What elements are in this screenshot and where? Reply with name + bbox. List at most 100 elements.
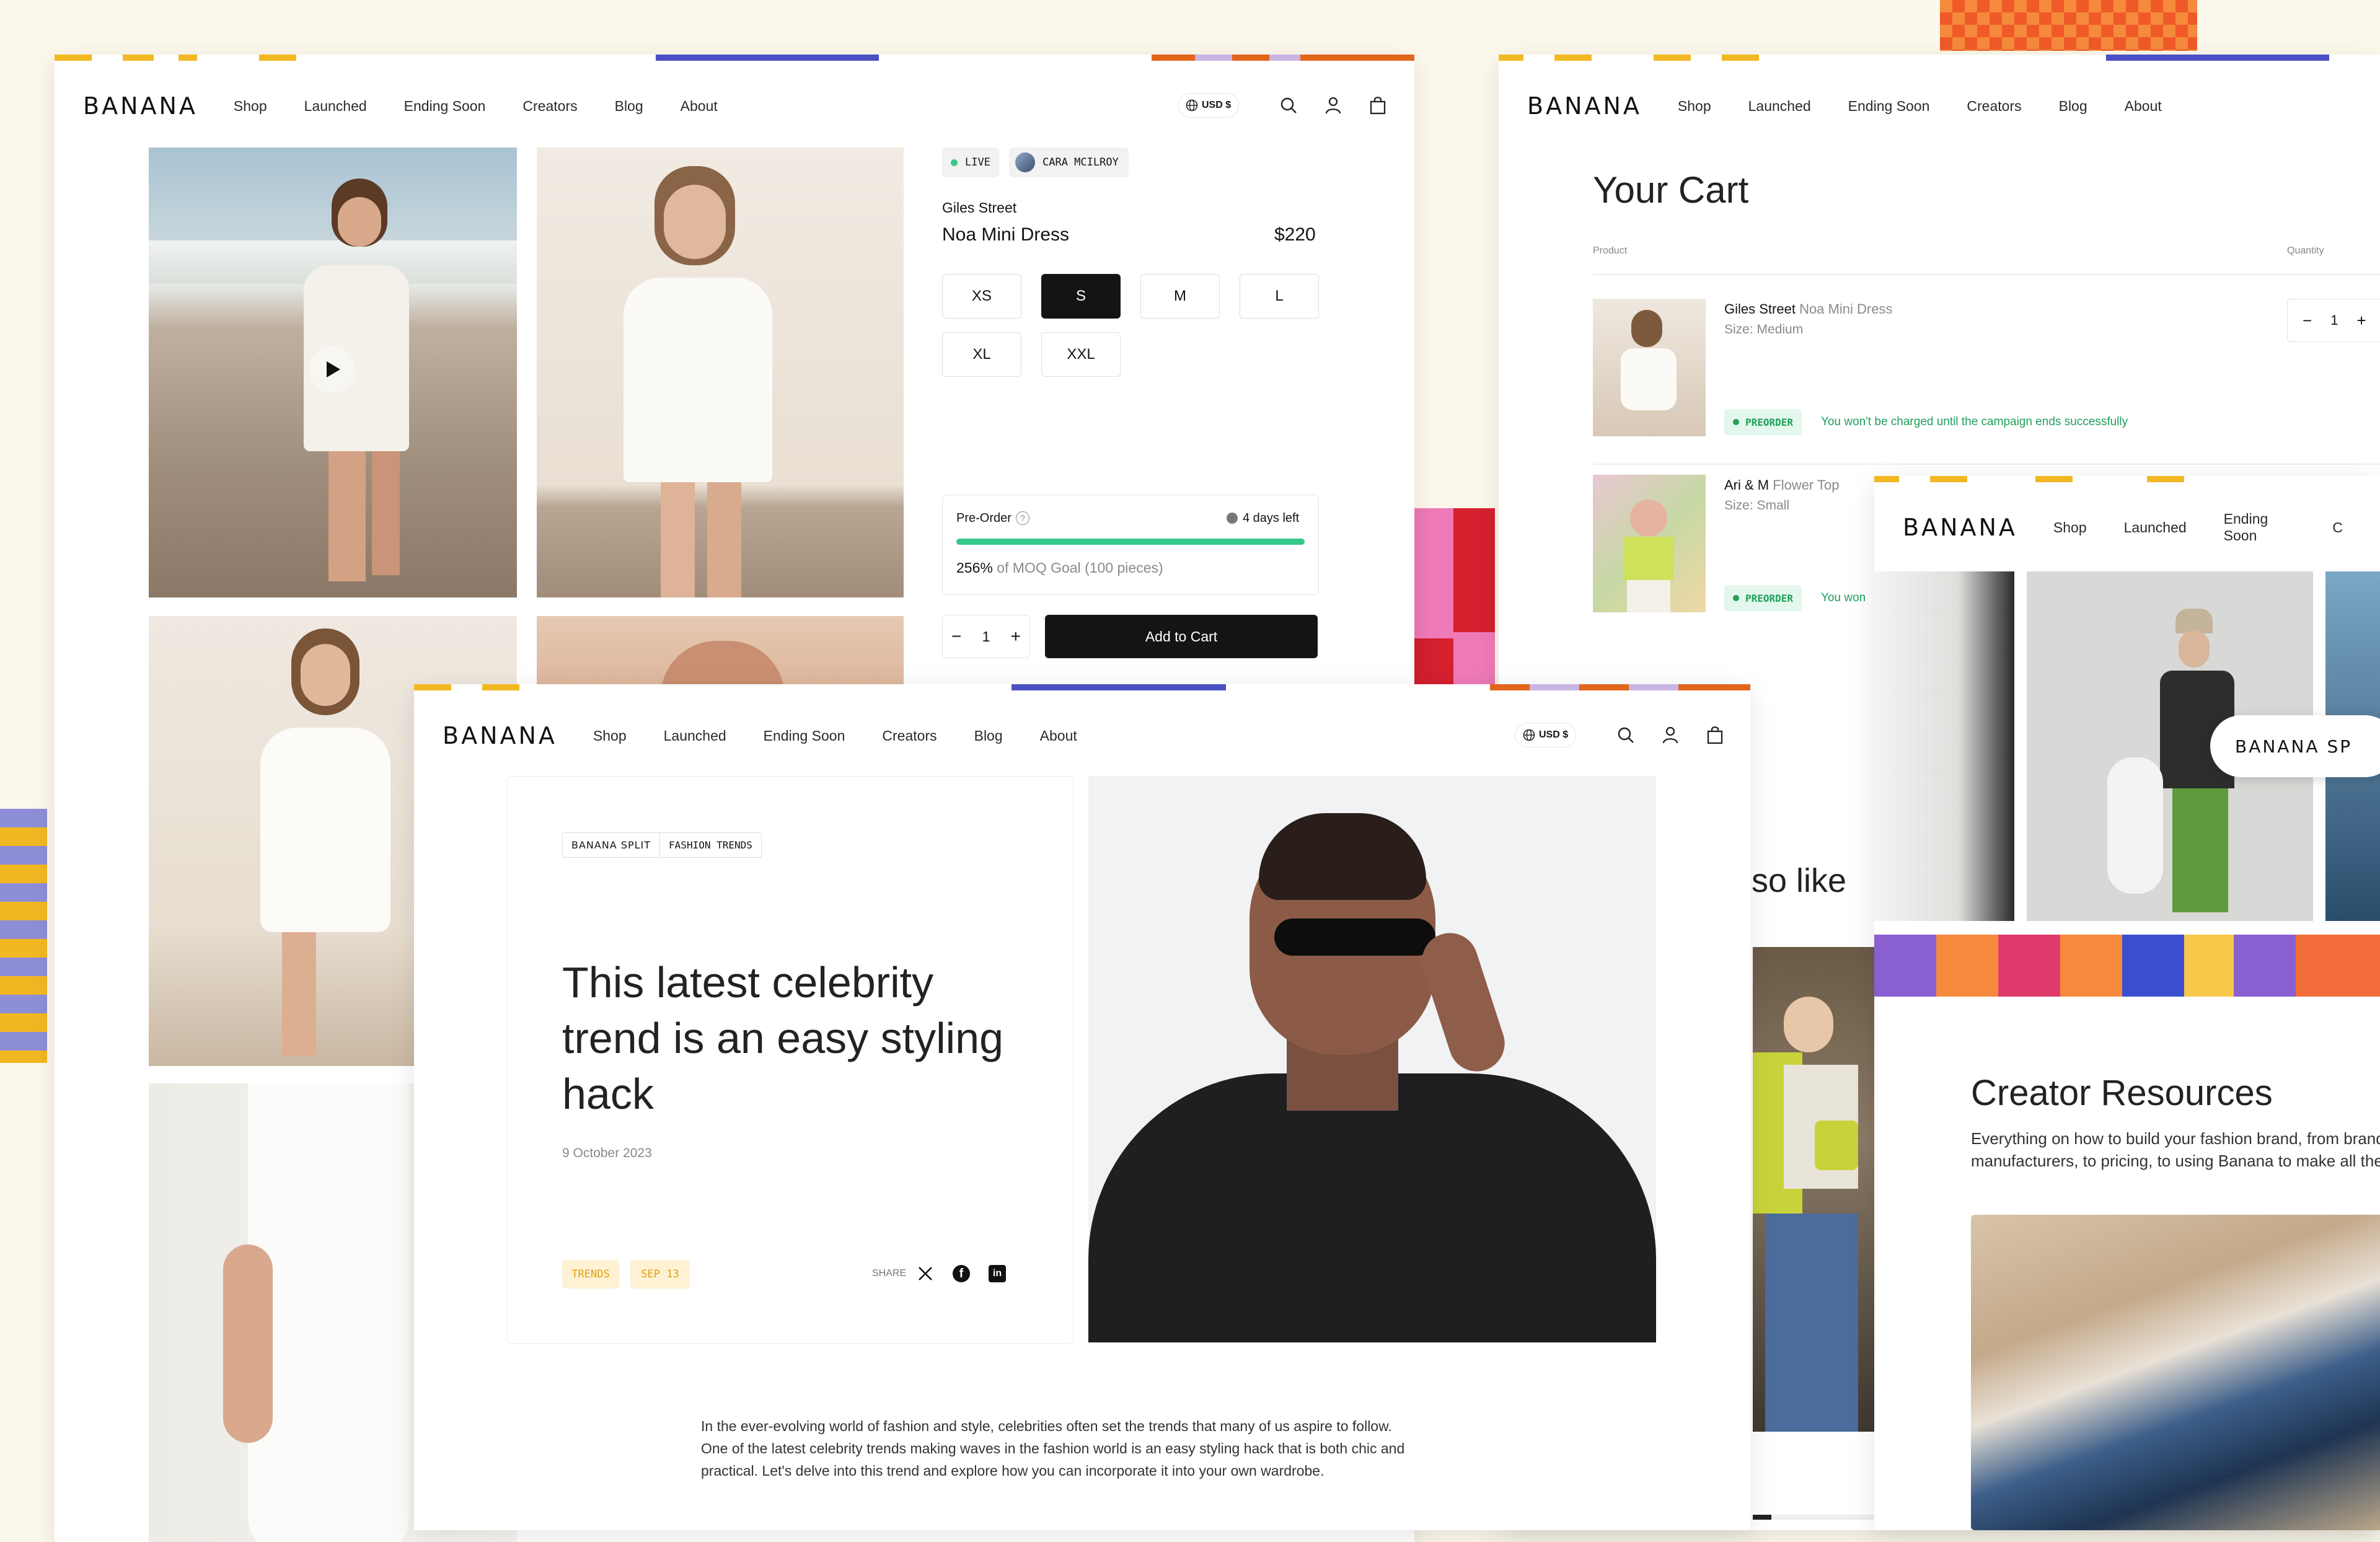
- account-icon[interactable]: [1321, 93, 1346, 118]
- article-body-line-3: practical. Let's delve into this trend a…: [701, 1463, 1324, 1479]
- article-hero-photo[interactable]: [1088, 776, 1656, 1342]
- cart-item-name: Flower Top: [1773, 477, 1840, 493]
- quantity-value[interactable]: 1: [982, 628, 990, 645]
- decor-checker-middle-red: [1453, 508, 1495, 632]
- size-xl[interactable]: XL: [942, 332, 1021, 377]
- nav-shop[interactable]: Shop: [1678, 98, 1711, 115]
- size-l[interactable]: L: [1240, 274, 1319, 319]
- banana-logo[interactable]: BANANA: [83, 92, 198, 120]
- nav-about[interactable]: About: [2125, 98, 2162, 115]
- nav-ending-soon[interactable]: Ending Soon: [2224, 511, 2296, 544]
- share-label: SHARE: [872, 1268, 907, 1279]
- nav-ending-soon[interactable]: Ending Soon: [764, 728, 845, 744]
- moq-percent: 256%: [956, 560, 993, 576]
- nav-about[interactable]: About: [1040, 728, 1077, 744]
- decor-stripes-left: [0, 809, 47, 1063]
- nav-shop[interactable]: Shop: [234, 98, 267, 115]
- creator-resources-text-2: manufacturers, to pricing, to using Bana…: [1971, 1152, 2380, 1170]
- date-chip[interactable]: SEP 13: [630, 1260, 690, 1289]
- nav-launched[interactable]: Launched: [2124, 519, 2187, 536]
- nav-shop[interactable]: Shop: [2053, 519, 2087, 536]
- nav-launched[interactable]: Launched: [664, 728, 726, 744]
- decor-checker-top: [1940, 0, 2197, 51]
- nav-ending-soon[interactable]: Ending Soon: [1848, 98, 1930, 115]
- nav-shop[interactable]: Shop: [593, 728, 627, 744]
- play-icon: [327, 361, 340, 377]
- preorder-dot: [1733, 419, 1739, 425]
- recommended-product-photo[interactable]: [1753, 947, 1877, 1432]
- fashion-trends-tag[interactable]: FASHION TRENDS: [660, 833, 761, 857]
- banana-logo[interactable]: BANANA: [1903, 514, 2017, 541]
- nav-creators[interactable]: Creators: [882, 728, 937, 744]
- bag-icon[interactable]: [1365, 93, 1390, 118]
- size-s[interactable]: S: [1041, 274, 1121, 319]
- banana-split-floating-badge[interactable]: BANANA SP: [2210, 715, 2380, 777]
- article-card: BANANA SPLIT FASHION TRENDS This latest …: [507, 776, 1073, 1344]
- nav-blog[interactable]: Blog: [615, 98, 643, 115]
- preorder-label: Pre-Order: [956, 511, 1011, 525]
- clock-icon: [1227, 513, 1238, 524]
- creator-resources-photo[interactable]: [1971, 1215, 2380, 1530]
- preorder-note: You won: [1821, 591, 1866, 604]
- product-photo-beach[interactable]: [149, 148, 517, 597]
- nav-blog[interactable]: Blog: [974, 728, 1003, 744]
- quantity-value[interactable]: 1: [2330, 312, 2338, 328]
- article-tags: BANANA SPLIT FASHION TRENDS: [562, 832, 762, 858]
- banana-logo[interactable]: BANANA: [1527, 92, 1642, 120]
- nav-icons: USD $: [1515, 723, 1727, 747]
- article-title-line-2: trend is an easy styling: [562, 1014, 1004, 1062]
- creator-avatar: [1015, 152, 1035, 172]
- nav-creators[interactable]: Creators: [522, 98, 577, 115]
- account-icon[interactable]: [1658, 723, 1683, 747]
- product-photo-studio[interactable]: [537, 148, 904, 597]
- carousel-progress: [1753, 1515, 1877, 1520]
- help-icon[interactable]: ?: [1016, 511, 1029, 525]
- banana-logo[interactable]: BANANA: [443, 722, 557, 749]
- decrease-button[interactable]: −: [951, 627, 961, 646]
- search-icon[interactable]: [1276, 93, 1301, 118]
- creator-resources-heading: Creator Resources: [1971, 1073, 2273, 1113]
- nav-creators[interactable]: Creators: [1967, 98, 2021, 115]
- product-brand[interactable]: Giles Street: [942, 200, 1016, 216]
- nav-launched[interactable]: Launched: [304, 98, 367, 115]
- play-video-button[interactable]: [309, 346, 356, 393]
- cart-item-brand[interactable]: Giles Street: [1724, 301, 1796, 317]
- x-twitter-icon[interactable]: [917, 1265, 935, 1284]
- cart-item-thumbnail[interactable]: [1593, 299, 1706, 436]
- nav-ending-soon[interactable]: Ending Soon: [404, 98, 486, 115]
- main-nav: BANANA Shop Launched Ending Soon Creator…: [443, 720, 1114, 751]
- nav-about[interactable]: About: [681, 98, 718, 115]
- linkedin-icon[interactable]: in: [989, 1265, 1006, 1282]
- nav-creators[interactable]: C: [2332, 519, 2343, 536]
- nav-launched[interactable]: Launched: [1748, 98, 1811, 115]
- add-to-cart-button[interactable]: Add to Cart: [1045, 615, 1318, 658]
- bag-icon[interactable]: [1703, 723, 1727, 747]
- currency-selector[interactable]: USD $: [1515, 723, 1577, 747]
- increase-button[interactable]: +: [2356, 311, 2366, 330]
- currency-selector[interactable]: USD $: [1178, 93, 1240, 118]
- creator-photo-left[interactable]: [1874, 571, 2014, 921]
- cart-item-thumbnail[interactable]: [1593, 475, 1706, 612]
- main-nav: BANANA Shop Launched Ending Soon Creator…: [1527, 90, 2199, 121]
- size-m[interactable]: M: [1140, 274, 1220, 319]
- increase-button[interactable]: +: [1011, 627, 1021, 646]
- size-xxl[interactable]: XXL: [1041, 332, 1121, 377]
- nav-icons: USD $: [1178, 93, 1390, 118]
- cart-item-brand[interactable]: Ari & M: [1724, 477, 1769, 493]
- you-may-also-like-heading: so like: [1752, 862, 1847, 899]
- decor-checker-middle-red-2: [1414, 638, 1453, 688]
- trends-chip[interactable]: TRENDS: [562, 1260, 619, 1289]
- facebook-icon[interactable]: f: [953, 1265, 970, 1282]
- search-icon[interactable]: [1613, 723, 1638, 747]
- article-date: 9 October 2023: [562, 1146, 652, 1160]
- size-xs[interactable]: XS: [942, 274, 1021, 319]
- quantity-stepper: − 1 +: [942, 615, 1030, 658]
- cart-item-divider: [1593, 464, 2380, 465]
- main-nav: BANANA Shop Launched Ending Soon Creator…: [83, 90, 755, 121]
- moq-progress-fill: [956, 539, 1305, 545]
- banana-split-tag[interactable]: BANANA SPLIT: [563, 833, 661, 857]
- cart-item-size: Size: Medium: [1724, 322, 1804, 337]
- decrease-button[interactable]: −: [2303, 311, 2312, 330]
- nav-blog[interactable]: Blog: [2059, 98, 2087, 115]
- creator-chip[interactable]: CARA MCILROY: [1009, 148, 1129, 177]
